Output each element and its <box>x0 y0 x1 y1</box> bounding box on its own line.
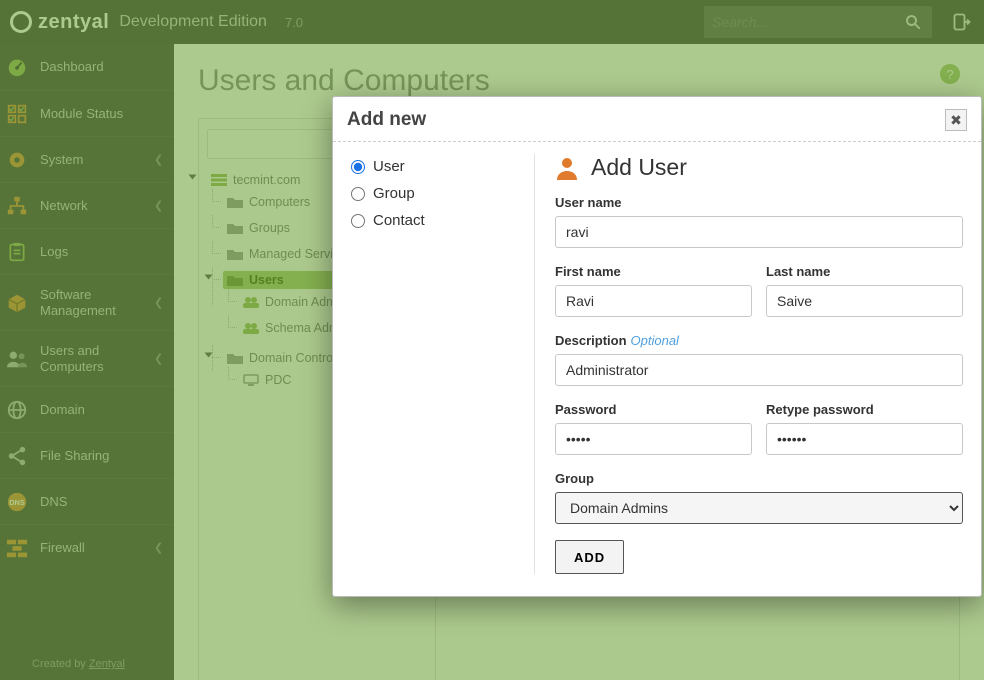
optional-text: Optional <box>631 333 679 348</box>
retype-password-input[interactable] <box>766 423 963 455</box>
close-icon: ✖ <box>950 112 962 129</box>
modal-header: Add new ✖ <box>333 97 981 142</box>
label-lastname: Last name <box>766 264 963 279</box>
add-user-form: Add User User name First name Last name … <box>535 154 963 574</box>
lastname-input[interactable] <box>766 285 963 317</box>
username-input[interactable] <box>555 216 963 248</box>
label-text: Description <box>555 333 627 348</box>
type-radio-user[interactable] <box>351 160 365 174</box>
form-title: Add User <box>591 154 687 181</box>
label-username: User name <box>555 195 963 210</box>
label-firstname: First name <box>555 264 752 279</box>
label-group: Group <box>555 471 963 486</box>
entity-type-selector: User Group Contact <box>351 154 535 574</box>
type-label: Group <box>373 185 415 202</box>
group-select[interactable]: Domain Admins <box>555 492 963 524</box>
type-label: Contact <box>373 212 425 229</box>
add-button[interactable]: ADD <box>555 540 624 574</box>
type-radio-group[interactable] <box>351 187 365 201</box>
user-icon <box>555 156 579 180</box>
password-input[interactable] <box>555 423 752 455</box>
description-input[interactable] <box>555 354 963 386</box>
label-retype: Retype password <box>766 402 963 417</box>
label-password: Password <box>555 402 752 417</box>
firstname-input[interactable] <box>555 285 752 317</box>
type-label: User <box>373 158 405 175</box>
add-new-modal: Add new ✖ User Group Contact Add User Us… <box>332 96 982 597</box>
modal-close-button[interactable]: ✖ <box>945 109 967 131</box>
type-option-user[interactable]: User <box>351 158 534 175</box>
type-option-group[interactable]: Group <box>351 185 534 202</box>
type-option-contact[interactable]: Contact <box>351 212 534 229</box>
type-radio-contact[interactable] <box>351 214 365 228</box>
label-description: Description Optional <box>555 333 963 348</box>
modal-title: Add new <box>347 109 426 131</box>
